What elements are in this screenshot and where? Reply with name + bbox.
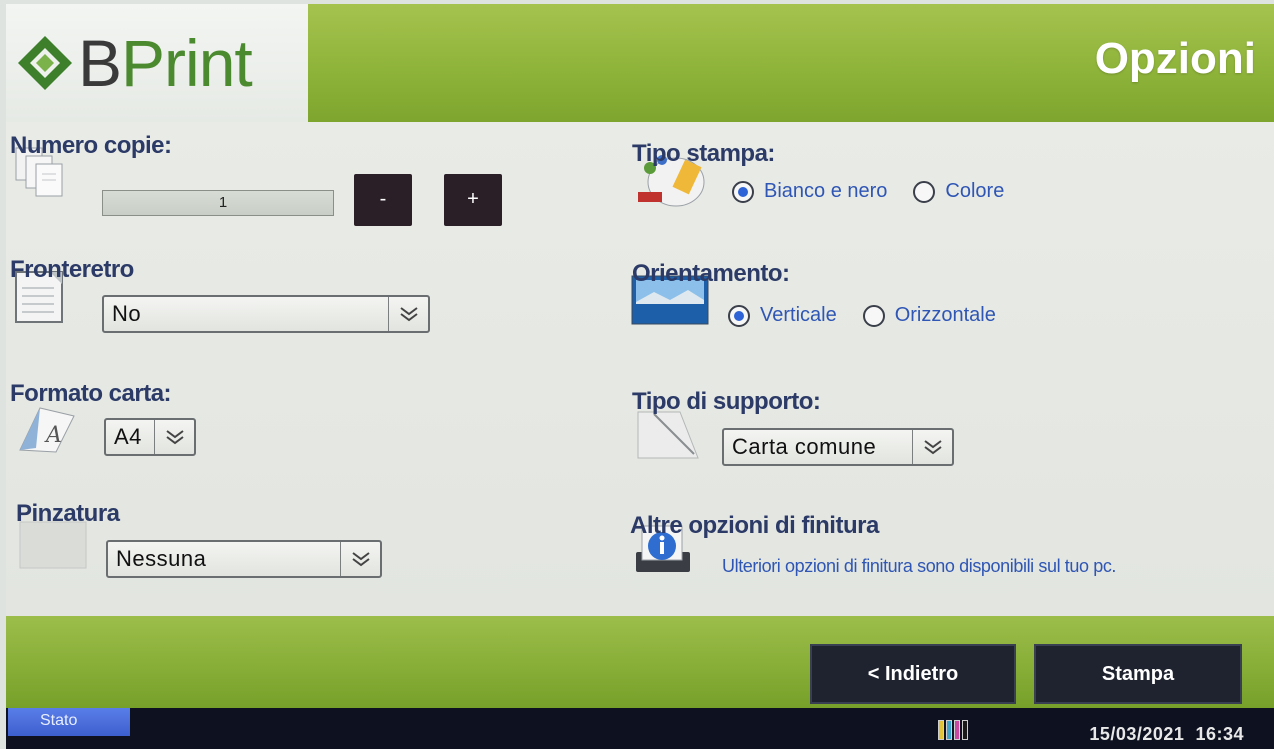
copies-count-field[interactable]: 1	[102, 190, 334, 216]
orientation-label: Orientamento:	[632, 260, 790, 287]
copies-label: Numero copie:	[10, 132, 172, 159]
portrait-radio-label[interactable]: Verticale	[760, 304, 837, 327]
bw-radio[interactable]	[732, 180, 754, 203]
stapling-select[interactable]: Nessuna	[106, 540, 382, 578]
date-time: 15/03/2021 16:34	[1089, 724, 1244, 745]
duplex-select[interactable]: No	[102, 295, 430, 333]
print-button[interactable]: Stampa	[1034, 644, 1242, 704]
status-button[interactable]: Stato	[8, 708, 130, 736]
paper-format-selected-value: A4	[114, 424, 142, 449]
print-type-radio-group: Bianco e nero Colore	[732, 180, 1004, 203]
duplex-label: Fronteretro	[10, 256, 134, 283]
landscape-radio-label[interactable]: Orizzontale	[895, 304, 996, 327]
chevron-down-icon	[340, 542, 380, 576]
media-type-select[interactable]: Carta comune	[722, 428, 954, 466]
paper-format-select[interactable]: A4	[104, 418, 196, 456]
svg-text:A: A	[44, 423, 62, 448]
logo: BPrint	[6, 4, 308, 122]
page-title: Opzioni	[1094, 34, 1256, 83]
logo-text: BPrint	[78, 26, 253, 100]
chevron-down-icon	[388, 297, 428, 331]
paper-format-icon: A	[19, 407, 75, 453]
duplex-selected-value: No	[112, 301, 142, 326]
print-type-label: Tipo stampa:	[632, 140, 775, 167]
increase-copies-button[interactable]: +	[444, 174, 502, 226]
portrait-radio[interactable]	[728, 304, 750, 327]
back-button[interactable]: < Indietro	[810, 644, 1016, 704]
status-date: 15/03/2021	[1089, 724, 1185, 744]
ink-level-icon	[938, 720, 968, 740]
status-bar: Stato 15/03/2021 16:34	[6, 708, 1274, 749]
stapling-selected-value: Nessuna	[116, 546, 207, 571]
finishing-info-text: Ulteriori opzioni di finitura sono dispo…	[722, 556, 1117, 576]
header-bar: BPrint Opzioni	[6, 4, 1274, 122]
landscape-radio[interactable]	[862, 304, 885, 327]
chevron-down-icon	[154, 420, 194, 454]
finishing-label: Altre opzioni di finitura	[630, 512, 879, 539]
media-type-label: Tipo di supporto:	[632, 388, 821, 415]
chevron-down-icon	[912, 430, 952, 464]
color-radio-label[interactable]: Colore	[945, 180, 1004, 203]
bw-radio-label[interactable]: Bianco e nero	[764, 180, 887, 203]
logo-diamond-icon	[18, 36, 72, 90]
decrease-copies-button[interactable]: -	[354, 174, 412, 226]
orientation-radio-group: Verticale Orizzontale	[728, 304, 996, 327]
color-radio[interactable]	[913, 180, 936, 203]
media-type-selected-value: Carta comune	[732, 434, 877, 459]
options-panel: Numero copie: 1 - + Fronteretro No A For…	[6, 122, 1274, 616]
action-bar: < Indietro Stampa	[6, 616, 1274, 708]
stapling-label: Pinzatura	[16, 500, 120, 527]
status-time: 16:34	[1195, 724, 1244, 744]
paper-format-label: Formato carta:	[10, 380, 172, 407]
